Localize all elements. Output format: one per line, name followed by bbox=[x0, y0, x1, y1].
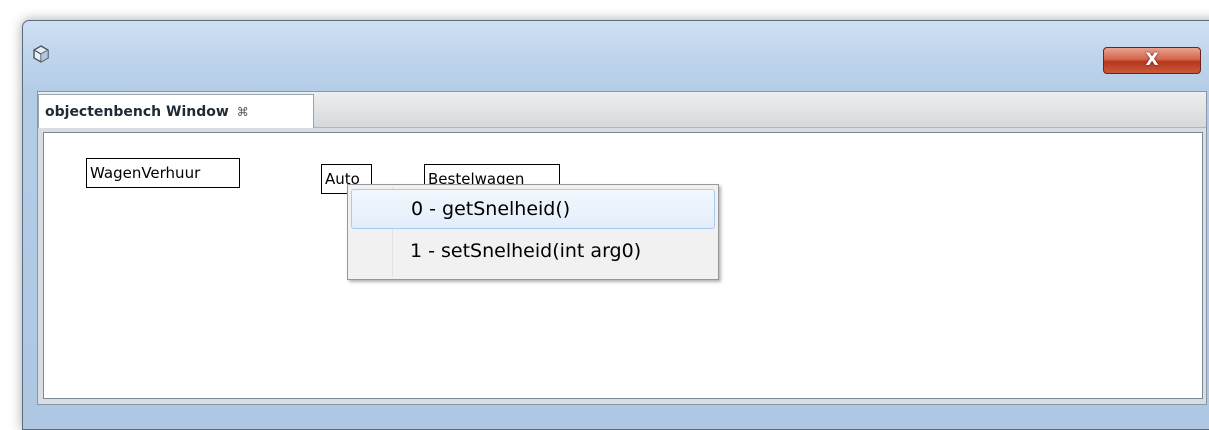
cube-icon[interactable] bbox=[32, 45, 50, 63]
tab-close-icon[interactable]: ⌘ bbox=[237, 105, 249, 119]
tab-objectenbench[interactable]: objectenbench Window ⌘ bbox=[38, 94, 314, 128]
close-window-button[interactable]: X bbox=[1103, 47, 1201, 74]
context-menu: 0 - getSnelheid() 1 - setSnelheid(int ar… bbox=[347, 184, 719, 280]
menu-item-get-snelheid[interactable]: 0 - getSnelheid() bbox=[351, 189, 715, 229]
client-area: objectenbench Window ⌘ WagenVerhuur Auto… bbox=[37, 91, 1207, 405]
menu-item-set-snelheid[interactable]: 1 - setSnelheid(int arg0) bbox=[351, 232, 715, 272]
tab-title: objectenbench Window bbox=[45, 103, 229, 120]
object-bench-panel: WagenVerhuur Auto Bestelwagen 0 - getSne… bbox=[43, 132, 1203, 399]
object-wagenverhuur[interactable]: WagenVerhuur bbox=[86, 158, 240, 188]
application-window: X objectenbench Window ⌘ WagenVerhuur Au… bbox=[22, 20, 1209, 430]
tab-strip: objectenbench Window ⌘ bbox=[38, 92, 1206, 128]
